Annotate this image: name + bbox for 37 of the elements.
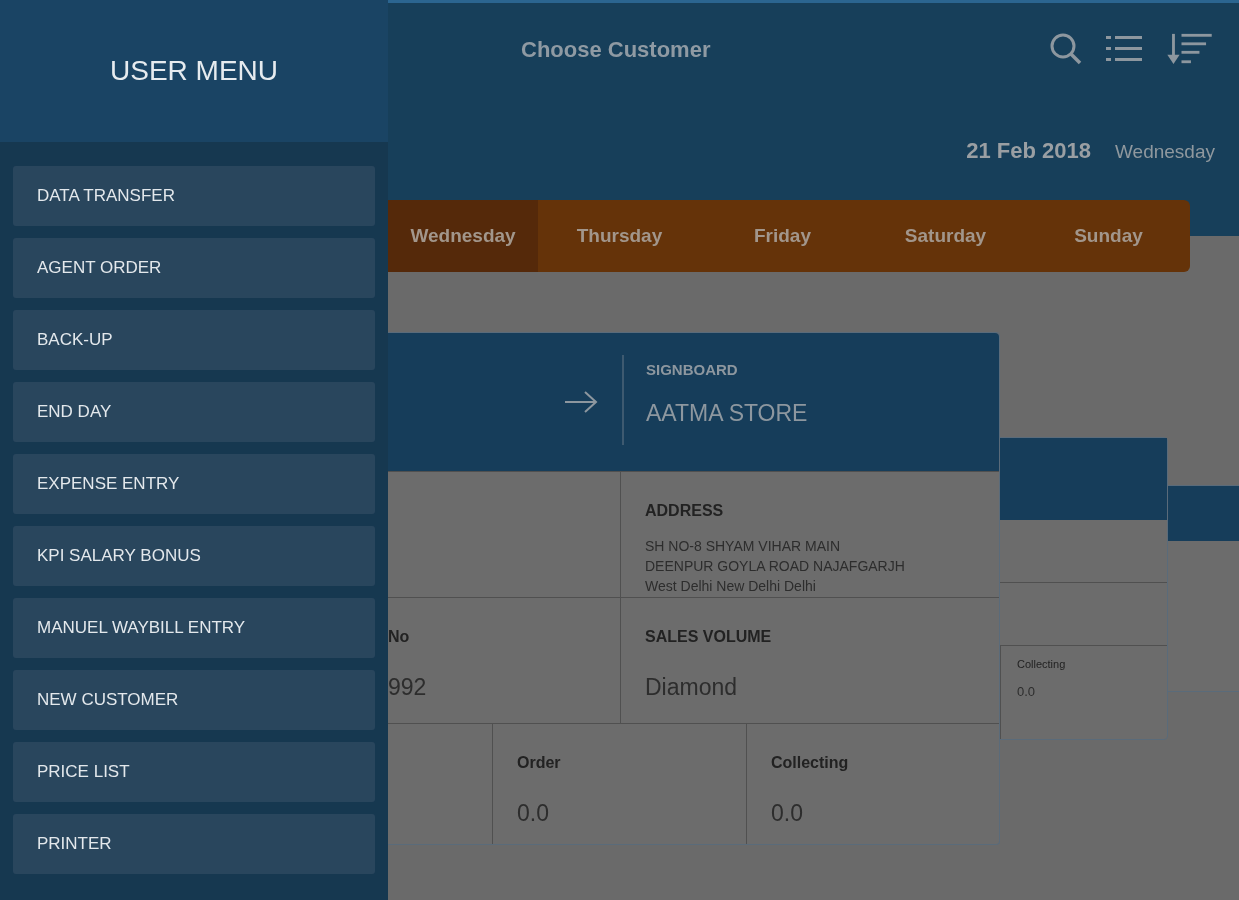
field-value: 992 [388,674,428,701]
day-tab[interactable]: Friday [701,200,864,272]
field-value: 0.0 [1017,684,1037,699]
day-tab[interactable]: Thursday [538,200,701,272]
customer-card[interactable]: SIGNBOARD AATMA STORE ADDRESS SH NO-8 SHYAM VIHAR MAIN DEENPUR GOYLA ROAD NAJAFGARJH West Delhi New Delhi Delhi No 992 SALES VOLUME Diamond Order 0.0 Collecting 0.0 [388,332,1000,845]
date-text: 21 Feb 2018 [966,138,1091,164]
field-label: Collecting [771,754,850,772]
search-icon[interactable] [1049,32,1083,66]
field-label: Collecting [1017,658,1067,670]
menu-item[interactable]: DATA TRANSFER [13,166,375,226]
field-label: SALES VOLUME [645,628,773,646]
menu-item[interactable]: END DAY [13,382,375,442]
menu-item[interactable]: EXPENSE ENTRY [13,454,375,514]
field-label: ADDRESS [645,502,725,520]
menu-title: USER MENU [110,55,278,87]
menu-item[interactable]: MANUEL WAYBILL ENTRY [13,598,375,658]
menu-item[interactable]: BACK-UP [13,310,375,370]
day-tab[interactable]: Sunday [1027,200,1190,272]
arrow-right-icon[interactable] [564,390,598,414]
day-tab[interactable]: Saturday [864,200,1027,272]
address-text: SH NO-8 SHYAM VIHAR MAIN DEENPUR GOYLA ROAD NAJAFGARJH West Delhi New Delhi Delhi [645,537,906,596]
menu-item[interactable]: KPI SALARY BONUS [13,526,375,586]
menu-item[interactable]: PRINTER [13,814,375,874]
day-tab[interactable]: Wednesday [388,200,538,272]
menu-item[interactable]: AGENT ORDER [13,238,375,298]
field-label: SIGNBOARD [646,361,739,378]
sort-icon[interactable] [1165,32,1215,66]
menu-item[interactable]: NEW CUSTOMER [13,670,375,730]
store-name: AATMA STORE [646,400,808,427]
menu-item[interactable]: PRICE LIST [13,742,375,802]
screen-title: Choose Customer [521,37,711,63]
field-value: Diamond [645,674,739,701]
field-label: No [388,628,411,646]
field-value: 0.0 [771,800,804,827]
field-label: Order [517,754,562,772]
weekday-text: Wednesday [1115,141,1215,163]
field-value: 0.0 [517,800,550,827]
